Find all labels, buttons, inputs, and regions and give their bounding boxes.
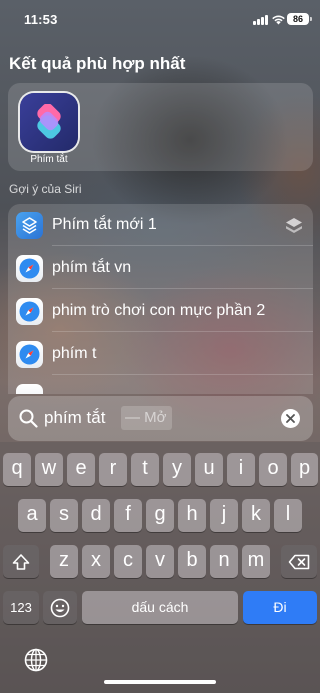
safari-icon [16, 298, 43, 325]
key-o[interactable]: o [259, 453, 287, 486]
wifi-icon [272, 15, 285, 25]
row-divider [52, 374, 313, 375]
siri-suggestions-list: Phím tắt mới 1 phím tắt vn phim trò chơi… [8, 204, 313, 394]
shift-key[interactable] [3, 545, 39, 578]
row-divider [52, 245, 313, 246]
key-e[interactable]: e [67, 453, 95, 486]
status-time: 11:53 [24, 12, 58, 27]
key-h[interactable]: h [178, 499, 206, 532]
delete-key[interactable] [281, 545, 317, 578]
suggestion-row[interactable]: phim trò chơi con mực phần 2 [8, 290, 313, 332]
siri-suggestions-title: Gợi ý của Siri [9, 182, 82, 196]
key-n[interactable]: n [210, 545, 238, 578]
key-s[interactable]: s [50, 499, 78, 532]
shortcut-icon [16, 212, 43, 239]
shift-icon [12, 553, 30, 570]
row-divider [52, 331, 313, 332]
safari-icon [16, 384, 43, 394]
key-d[interactable]: d [82, 499, 110, 532]
clear-search-button[interactable] [281, 409, 300, 428]
suggestion-label: phim trò chơi con mực phần 2 [52, 302, 266, 319]
go-key[interactable]: Đi [243, 591, 317, 624]
app-name-label: Phím tắt [30, 154, 68, 165]
suggestion-row[interactable]: phím tắt vn [8, 247, 313, 289]
key-c[interactable]: c [114, 545, 142, 578]
key-p[interactable]: p [291, 453, 318, 486]
key-r[interactable]: r [99, 453, 127, 486]
search-completion-hint: — Mở [121, 406, 172, 430]
row-divider [52, 288, 313, 289]
key-b[interactable]: b [178, 545, 206, 578]
key-y[interactable]: y [163, 453, 191, 486]
suggestion-label: Phím tắt mới 1 [52, 216, 157, 233]
key-q[interactable]: q [3, 453, 31, 486]
cellular-signal-icon [253, 15, 269, 25]
suggestion-label: phím t [52, 345, 97, 362]
top-hit-title: Kết quả phù hợp nhất [9, 54, 186, 73]
key-l[interactable]: l [274, 499, 302, 532]
key-v[interactable]: v [146, 545, 174, 578]
safari-icon [16, 341, 43, 368]
key-k[interactable]: k [242, 499, 270, 532]
suggestion-row[interactable]: Phím tắt mới 1 [8, 204, 313, 246]
search-bar[interactable]: phím tắt — Mở [8, 396, 313, 441]
search-input[interactable]: phím tắt [44, 408, 105, 428]
suggestion-label: phím tắt vn [52, 259, 132, 276]
emoji-key[interactable] [43, 591, 77, 624]
globe-icon[interactable] [24, 648, 48, 672]
key-m[interactable]: m [242, 545, 270, 578]
suggestion-row[interactable]: phím t [8, 333, 313, 375]
top-hit-card: Phím tắt [8, 83, 313, 171]
key-i[interactable]: i [227, 453, 255, 486]
battery-icon: 86 [287, 13, 312, 25]
key-u[interactable]: u [195, 453, 223, 486]
key-j[interactable]: j [210, 499, 238, 532]
suggestion-row-partial[interactable] [8, 376, 313, 394]
close-icon [286, 414, 295, 423]
shortcuts-app-icon[interactable] [20, 93, 78, 151]
layers-icon [286, 218, 302, 233]
key-g[interactable]: g [146, 499, 174, 532]
key-t[interactable]: t [131, 453, 159, 486]
safari-icon [16, 255, 43, 282]
space-key[interactable]: dấu cách [82, 591, 238, 624]
key-z[interactable]: z [50, 545, 78, 578]
status-bar: 11:53 86 [0, 0, 320, 38]
key-x[interactable]: x [82, 545, 110, 578]
search-icon [19, 409, 38, 428]
backspace-icon [288, 554, 310, 569]
emoji-icon [50, 598, 70, 617]
key-f[interactable]: f [114, 499, 142, 532]
home-indicator[interactable] [104, 680, 216, 684]
numbers-key[interactable]: 123 [3, 591, 39, 624]
key-a[interactable]: a [18, 499, 46, 532]
key-w[interactable]: w [35, 453, 63, 486]
